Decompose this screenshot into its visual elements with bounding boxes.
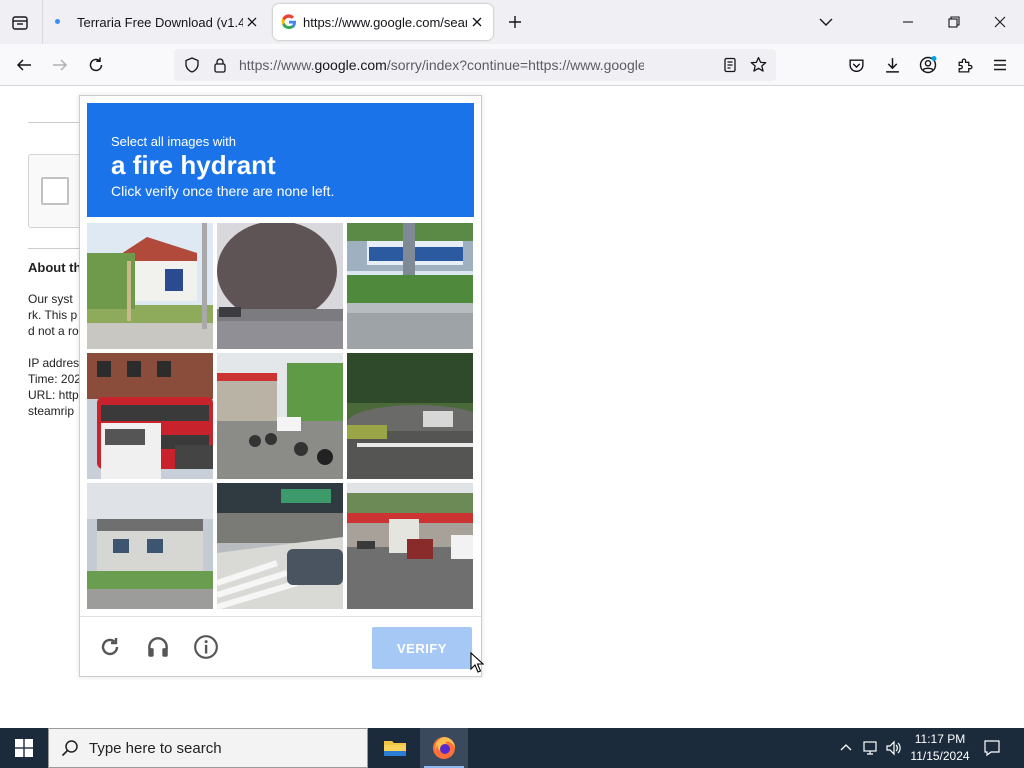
- verify-button[interactable]: VERIFY: [372, 627, 472, 669]
- back-arrow-icon[interactable]: [12, 53, 36, 77]
- new-tab-icon[interactable]: [504, 11, 526, 33]
- tab-separator: [42, 0, 43, 44]
- network-icon[interactable]: [861, 738, 881, 758]
- captcha-target: a fire hydrant: [111, 150, 276, 180]
- clock-date: 11/15/2024: [910, 749, 970, 763]
- lock-icon[interactable]: [212, 57, 228, 78]
- text-line: URL: http: [28, 388, 79, 402]
- shield-icon[interactable]: [184, 57, 200, 78]
- tab-strip: Terraria Free Download (v1.4.4.9 https:/…: [0, 0, 1024, 44]
- reload-icon[interactable]: [84, 53, 108, 77]
- tab-terraria[interactable]: Terraria Free Download (v1.4.4.9: [46, 4, 268, 40]
- reader-view-icon[interactable]: [722, 57, 738, 78]
- recaptcha-checkbox[interactable]: [41, 177, 69, 205]
- pocket-icon[interactable]: [844, 53, 868, 77]
- captcha-tile-6[interactable]: [347, 353, 473, 479]
- firefox-taskbar-icon[interactable]: [420, 728, 468, 768]
- clock-time: 11:17 PM: [914, 732, 966, 746]
- tab-title: https://www.google.com/searc: [303, 14, 467, 30]
- system-clock[interactable]: 11:17 PM 11/15/2024: [906, 731, 974, 765]
- search-icon: [61, 739, 79, 762]
- url-text[interactable]: https://www.google.com/sorry/index?conti…: [239, 57, 644, 73]
- captcha-header: Select all images with a fire hydrant Cl…: [87, 103, 474, 217]
- volume-icon[interactable]: [884, 738, 904, 758]
- text-line: steamrip: [28, 404, 75, 418]
- about-paragraph: Our syst rk. This p d not a ro: [28, 291, 79, 339]
- file-explorer-icon[interactable]: [371, 728, 419, 768]
- captcha-sub-instruction: Click verify once there are none left.: [111, 183, 335, 199]
- tab-google[interactable]: https://www.google.com/searc: [273, 4, 493, 40]
- bookmark-star-icon[interactable]: [750, 56, 767, 78]
- google-favicon-icon: [281, 14, 297, 33]
- extensions-icon[interactable]: [952, 53, 976, 77]
- text-line: Time: 202: [28, 372, 81, 386]
- close-tab-icon[interactable]: [469, 14, 485, 30]
- search-placeholder: Type here to search: [89, 740, 222, 757]
- url-domain: google.com: [314, 57, 387, 73]
- windows-start-icon[interactable]: [0, 728, 48, 768]
- about-heading: About th: [28, 260, 82, 275]
- menu-icon[interactable]: [988, 53, 1012, 77]
- chevron-up-icon[interactable]: [836, 738, 856, 758]
- captcha-tile-2[interactable]: [217, 223, 343, 349]
- captcha-tile-8[interactable]: [217, 483, 343, 609]
- forward-arrow-icon: [48, 53, 72, 77]
- captcha-tile-3[interactable]: [347, 223, 473, 349]
- mouse-cursor-icon: [470, 651, 485, 679]
- captcha-challenge-dialog: Select all images with a fire hydrant Cl…: [79, 95, 482, 677]
- reload-challenge-icon[interactable]: [96, 633, 124, 661]
- text-line: rk. This p: [28, 308, 78, 322]
- account-icon[interactable]: [916, 53, 940, 77]
- captcha-tile-7[interactable]: [87, 483, 213, 609]
- request-details: IP addres Time: 202 URL: http steamrip: [28, 355, 81, 419]
- url-prefix: https://www.: [239, 57, 315, 73]
- notification-icon[interactable]: [982, 738, 1002, 758]
- text-line: IP addres: [28, 356, 80, 370]
- text-line: Our syst: [28, 292, 73, 306]
- chevron-down-icon[interactable]: [816, 12, 836, 32]
- captcha-tile-1[interactable]: [87, 223, 213, 349]
- unread-dot-icon: [55, 19, 60, 24]
- captcha-tile-9[interactable]: [347, 483, 473, 609]
- captcha-footer: VERIFY: [80, 616, 481, 676]
- captcha-tile-5[interactable]: [217, 353, 343, 479]
- captcha-tile-4[interactable]: [87, 353, 213, 479]
- url-path: /sorry/index?continue=https://www.google…: [386, 57, 644, 73]
- restore-icon[interactable]: [944, 12, 964, 32]
- close-window-icon[interactable]: [990, 12, 1010, 32]
- tab-title: Terraria Free Download (v1.4.4.9: [77, 14, 243, 30]
- navigation-toolbar: https://www.google.com/sorry/index?conti…: [0, 44, 1024, 86]
- download-icon[interactable]: [880, 53, 904, 77]
- taskbar-search-box[interactable]: Type here to search: [48, 728, 368, 768]
- audio-challenge-icon[interactable]: [144, 633, 172, 661]
- address-bar[interactable]: https://www.google.com/sorry/index?conti…: [174, 49, 776, 81]
- minimize-icon[interactable]: [898, 12, 918, 32]
- captcha-instruction: Select all images with: [111, 134, 236, 149]
- taskbar: Type here to search 11:17 PM 11/15/2024: [0, 728, 1024, 768]
- tab-list-icon[interactable]: [6, 9, 34, 37]
- text-line: d not a ro: [28, 324, 79, 338]
- close-tab-icon[interactable]: [244, 14, 260, 30]
- info-icon[interactable]: [192, 633, 220, 661]
